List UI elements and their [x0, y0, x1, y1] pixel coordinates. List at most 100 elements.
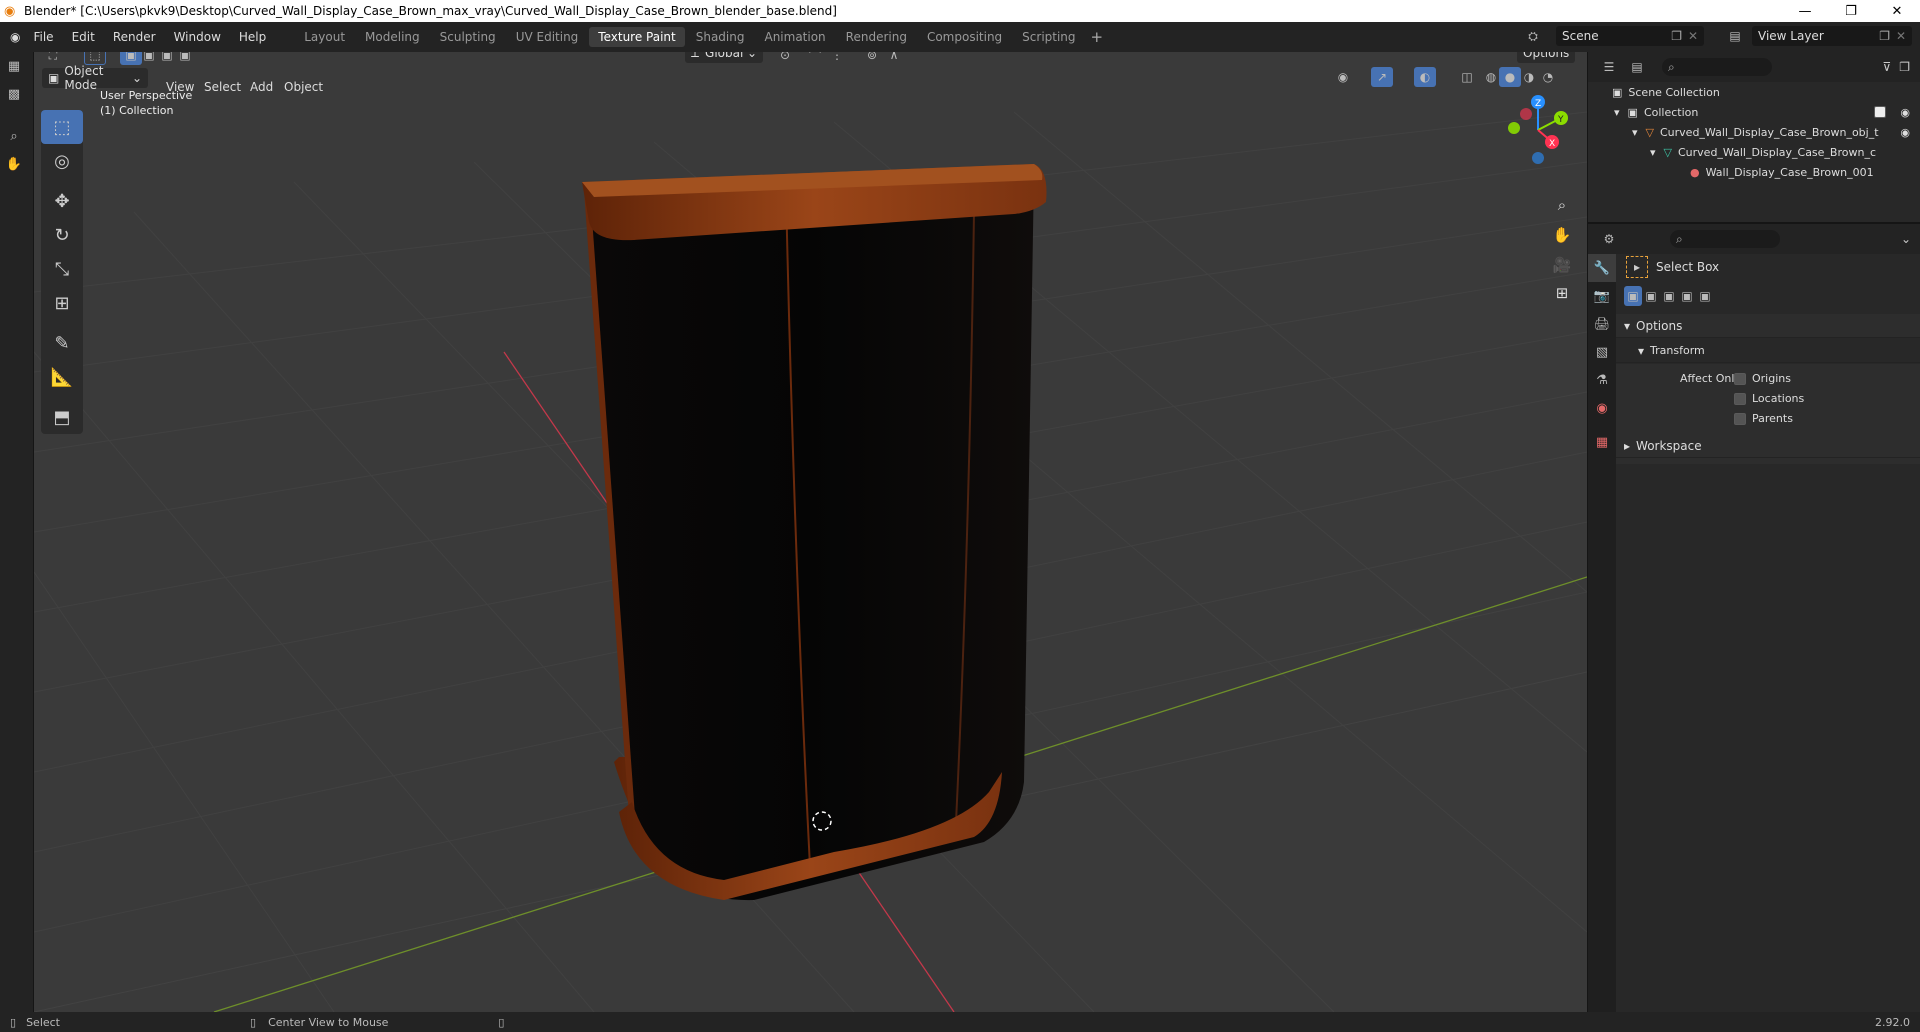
view-layer-browse-icon[interactable]: ▤: [1724, 26, 1746, 46]
view-layer-new-icon[interactable]: ❐: [1879, 29, 1890, 43]
workspace-tab-compositing[interactable]: Compositing: [918, 27, 1011, 47]
pan-view-icon[interactable]: ✋: [1549, 222, 1575, 248]
eye-icon[interactable]: ◉: [1900, 106, 1910, 119]
world-tab-icon[interactable]: ◉: [1588, 394, 1616, 422]
menu-edit[interactable]: Edit: [63, 30, 104, 44]
workspace-tab-layout[interactable]: Layout: [295, 27, 354, 47]
workspace-tab-texture-paint[interactable]: Texture Paint: [589, 27, 685, 47]
collection-checkbox[interactable]: [1874, 106, 1886, 118]
neg-x-axis-handle: [1520, 108, 1532, 120]
material-label: Wall_Display_Case_Brown_001: [1705, 165, 1874, 179]
tool-tab-icon[interactable]: 🔧: [1588, 254, 1616, 282]
status-select: Select: [26, 1015, 60, 1029]
measure-tool-icon[interactable]: 📐: [41, 360, 83, 394]
select-set-icon[interactable]: ▣: [1624, 286, 1642, 306]
outliner-row-collection[interactable]: ▾ ▣ Collection ◉: [1588, 102, 1920, 122]
status-center-view: Center View to Mouse: [268, 1015, 389, 1029]
view-layer-selector[interactable]: View Layer ❐ ✕: [1752, 26, 1912, 46]
scene-remove-icon[interactable]: ✕: [1688, 29, 1698, 43]
cursor-tool-icon[interactable]: ◎: [41, 144, 83, 178]
select-extend-icon[interactable]: ▣: [1642, 286, 1660, 306]
filter-icon[interactable]: ⊽: [1882, 60, 1891, 74]
workspace-tab-animation[interactable]: Animation: [755, 27, 834, 47]
menu-help[interactable]: Help: [230, 30, 275, 44]
blender-menu-icon[interactable]: ◉: [0, 30, 24, 44]
select-box-tool-icon[interactable]: ⬚: [41, 110, 83, 144]
locations-checkbox[interactable]: Locations: [1734, 392, 1804, 405]
transform-tool-icon[interactable]: ⊞: [41, 286, 83, 320]
outliner-row-object[interactable]: ▾ ▽ Curved_Wall_Display_Case_Brown_obj_t…: [1588, 122, 1920, 142]
move-tool-icon[interactable]: ✥: [41, 184, 83, 218]
restore-icon[interactable]: ❐: [1828, 0, 1874, 22]
outliner-row-material[interactable]: ● Wall_Display_Case_Brown_001: [1588, 162, 1920, 182]
gizmo-y-label: Y: [1557, 115, 1564, 125]
select-intersect-icon[interactable]: ▣: [1696, 286, 1714, 306]
properties-content: ▸ Select Box ▣ ▣ ▣ ▣ ▣ ▾ Options ▾ Trans…: [1616, 224, 1920, 1014]
3d-viewport[interactable]: ⛶ ⬚ ▣ ▣ ▣ ▣ ⟂ Global ⌄ ⊙ ⌒ ⋮ ⊚ ∧ Options…: [34, 52, 1587, 1012]
chevron-right-icon: ▸: [1624, 438, 1631, 453]
scene-browse-icon[interactable]: ⛭: [1522, 26, 1544, 46]
scene-tab-icon[interactable]: ⚗: [1588, 366, 1616, 394]
view-layer-tab-icon[interactable]: ▧: [1588, 338, 1616, 366]
workspace-tab-scripting[interactable]: Scripting: [1013, 27, 1084, 47]
eye-icon[interactable]: ◉: [1900, 126, 1910, 139]
view-layer-remove-icon[interactable]: ✕: [1896, 29, 1906, 43]
render-tab-icon[interactable]: 📷: [1588, 282, 1616, 310]
output-tab-icon[interactable]: 🖨: [1588, 310, 1616, 338]
outliner-row-scene-collection[interactable]: ▣ Scene Collection: [1588, 82, 1920, 102]
camera-view-icon[interactable]: 🎥: [1549, 252, 1575, 278]
mouse-left-icon: ▯: [10, 1015, 17, 1029]
new-collection-icon[interactable]: ❐: [1899, 60, 1910, 74]
texture-tab-icon[interactable]: ▦: [1588, 428, 1616, 456]
image-editor-icon[interactable]: ▩: [0, 80, 28, 108]
zoom-icon[interactable]: ⌕: [0, 122, 28, 150]
editor-type-icon[interactable]: ▦: [0, 52, 28, 80]
workspace-tab-sculpting[interactable]: Sculpting: [431, 27, 505, 47]
add-cube-tool-icon[interactable]: ⬒: [41, 400, 83, 434]
chevron-down-icon: ▾: [1638, 343, 1645, 358]
window-controls: — ❐ ✕: [1782, 0, 1920, 22]
ortho-toggle-icon[interactable]: ⊞: [1549, 280, 1575, 306]
select-invert-icon[interactable]: ▣: [1678, 286, 1696, 306]
transform-subpanel-header[interactable]: ▾ Transform: [1616, 339, 1920, 363]
navigation-gizmo[interactable]: Z Y X: [1498, 90, 1578, 170]
minimize-icon[interactable]: —: [1782, 0, 1828, 22]
outliner-editor-icon[interactable]: ☰: [1598, 57, 1620, 77]
menu-file[interactable]: File: [24, 30, 62, 44]
expand-arrow-icon[interactable]: ▾: [1632, 126, 1638, 139]
display-mode-icon[interactable]: ▤: [1626, 57, 1648, 77]
expand-arrow-icon[interactable]: ▾: [1650, 146, 1656, 159]
scene-new-icon[interactable]: ❐: [1671, 29, 1682, 43]
gizmo-x-label: X: [1549, 139, 1555, 149]
affect-only-label: Affect Only: [1680, 372, 1741, 385]
parents-checkbox[interactable]: Parents: [1734, 412, 1793, 425]
select-subtract-icon[interactable]: ▣: [1660, 286, 1678, 306]
workspace-tab-modeling[interactable]: Modeling: [356, 27, 429, 47]
tool-shelf: ⬚ ◎ ✥ ↻ ⤡ ⊞ ✎ 📐 ⬒: [41, 110, 83, 434]
annotate-tool-icon[interactable]: ✎: [41, 326, 83, 360]
pan-hand-icon[interactable]: ✋: [0, 150, 28, 178]
menu-window[interactable]: Window: [165, 30, 230, 44]
outliner-row-mesh[interactable]: ▾ ▽ Curved_Wall_Display_Case_Brown_c: [1588, 142, 1920, 162]
neg-y-axis-handle: [1508, 122, 1520, 134]
mesh-label: Curved_Wall_Display_Case_Brown_c: [1678, 145, 1876, 159]
workspace-tab-rendering[interactable]: Rendering: [837, 27, 916, 47]
parents-label: Parents: [1752, 412, 1793, 425]
rotate-tool-icon[interactable]: ↻: [41, 218, 83, 252]
zoom-view-icon[interactable]: ⌕: [1549, 192, 1575, 218]
expand-arrow-icon[interactable]: ▾: [1614, 106, 1620, 119]
scale-tool-icon[interactable]: ⤡: [41, 252, 83, 286]
workspace-panel-header[interactable]: ▸ Workspace: [1616, 434, 1920, 458]
add-workspace-icon[interactable]: +: [1091, 28, 1104, 46]
workspace-tab-shading[interactable]: Shading: [687, 27, 754, 47]
menu-render[interactable]: Render: [104, 30, 165, 44]
view-layer-name: View Layer: [1758, 29, 1824, 43]
options-panel-header[interactable]: ▾ Options: [1616, 314, 1920, 338]
outliner-search-input[interactable]: ⌕: [1662, 58, 1772, 76]
properties-tabs: 🔧 📷 🖨 ▧ ⚗ ◉ ▦: [1588, 254, 1616, 1014]
left-editor-strip: ▦ ▩ ⌕ ✋: [0, 52, 34, 1012]
origins-checkbox[interactable]: Origins: [1734, 372, 1791, 385]
scene-selector[interactable]: Scene ❐ ✕: [1556, 26, 1704, 46]
workspace-tab-uv-editing[interactable]: UV Editing: [507, 27, 588, 47]
close-icon[interactable]: ✕: [1874, 0, 1920, 22]
